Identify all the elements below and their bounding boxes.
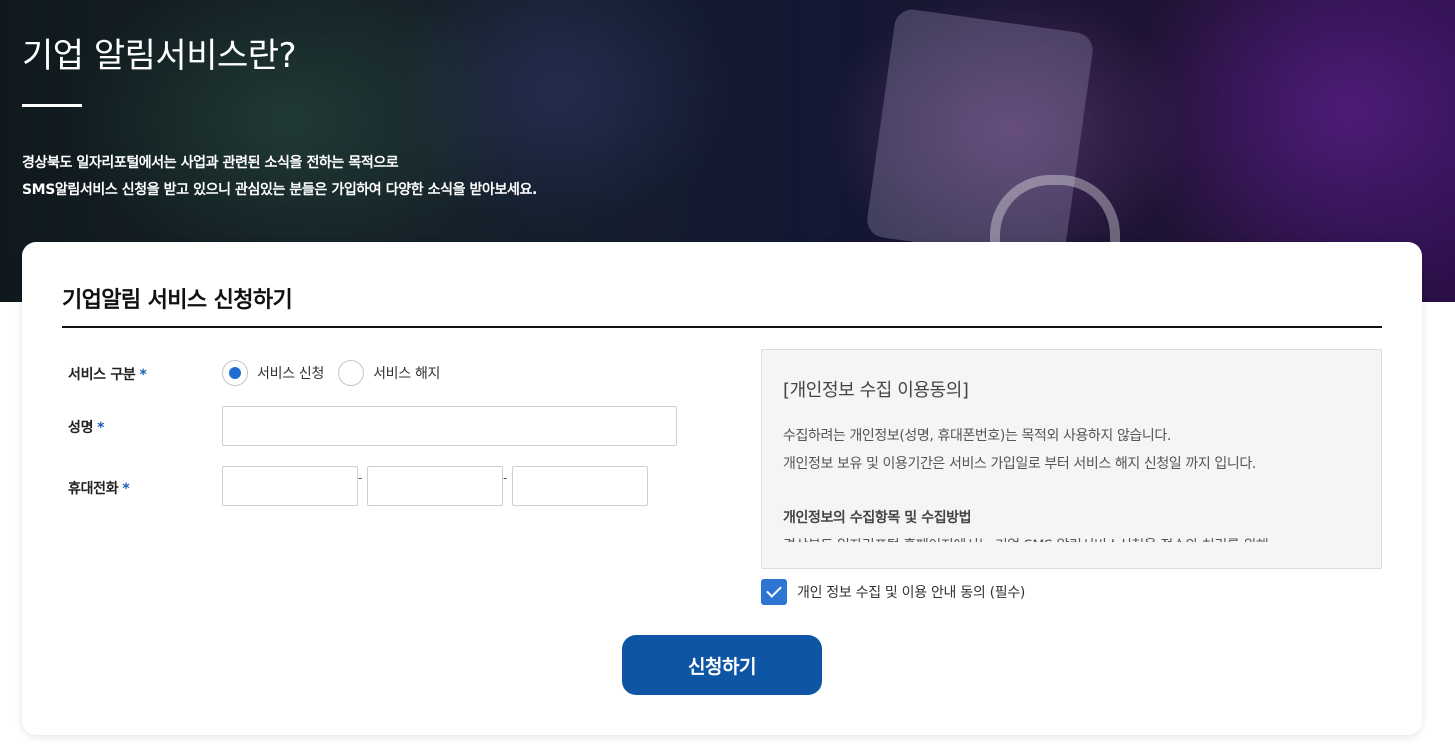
- consent-line: 수집하려는 개인정보(성명, 휴대폰번호)는 목적외 사용하지 않습니다.: [783, 428, 1171, 444]
- phone-input-part-2[interactable]: [367, 466, 503, 506]
- form-title-divider: [62, 326, 1382, 328]
- radio-service-cancel[interactable]: [338, 360, 365, 386]
- phone-label-text: 휴대전화: [68, 481, 119, 497]
- required-mark: *: [97, 420, 105, 436]
- hero-description-line-2: SMS알림서비스 신청을 받고 있으니 관심있는 분들은 가입하여 다양한 소식…: [22, 182, 537, 198]
- title-underline: [22, 104, 82, 107]
- service-type-radio-group: 서비스 신청 서비스 해지: [222, 360, 454, 386]
- consent-scroll-clip: [762, 542, 1381, 568]
- required-mark: *: [139, 367, 147, 383]
- radio-service-apply[interactable]: [222, 360, 248, 386]
- name-label: 성명 *: [68, 417, 105, 437]
- phone-input-part-3[interactable]: [512, 466, 648, 506]
- service-type-label: 서비스 구분 *: [68, 364, 147, 384]
- submit-button[interactable]: 신청하기: [622, 635, 822, 695]
- phone-separator: -: [358, 471, 363, 485]
- name-input[interactable]: [222, 406, 677, 446]
- service-type-label-text: 서비스 구분: [68, 367, 136, 383]
- phone-label: 휴대전화 *: [68, 478, 130, 498]
- phone-input-part-1[interactable]: [222, 466, 358, 506]
- phone-separator: -: [503, 471, 508, 485]
- consent-checkbox-row[interactable]: 개인 정보 수집 및 이용 안내 동의 (필수): [761, 579, 1025, 605]
- consent-checkbox[interactable]: [761, 579, 787, 605]
- consent-checkbox-label[interactable]: 개인 정보 수집 및 이용 안내 동의 (필수): [797, 582, 1025, 602]
- hero-description-line-1: 경상북도 일자리포털에서는 사업과 관련된 소식을 전하는 목적으로: [22, 155, 399, 171]
- application-form-card: 기업알림 서비스 신청하기 서비스 구분 * 서비스 신청 서비스 해지 성명 * …: [22, 242, 1422, 735]
- radio-service-cancel-label[interactable]: 서비스 해지: [373, 363, 440, 383]
- consent-subheading: 개인정보의 수집항목 및 수집방법: [783, 510, 972, 526]
- required-mark: *: [122, 481, 130, 497]
- page-title: 기업 알림서비스란?: [22, 36, 297, 76]
- consent-heading: [개인정보 수집 이용동의]: [783, 380, 969, 401]
- privacy-consent-textbox[interactable]: [개인정보 수집 이용동의] 수집하려는 개인정보(성명, 휴대폰번호)는 목적…: [761, 349, 1382, 569]
- form-title: 기업알림 서비스 신청하기: [62, 288, 293, 313]
- name-label-text: 성명: [68, 420, 94, 436]
- consent-body: 수집하려는 개인정보(성명, 휴대폰번호)는 목적외 사용하지 않습니다. 개인…: [783, 422, 1373, 560]
- consent-line: 개인정보 보유 및 이용기간은 서비스 가입일로 부터 서비스 해지 신청일 까…: [783, 456, 1256, 472]
- radio-service-apply-label[interactable]: 서비스 신청: [257, 363, 324, 383]
- hero-description: 경상북도 일자리포털에서는 사업과 관련된 소식을 전하는 목적으로 SMS알림…: [22, 150, 537, 204]
